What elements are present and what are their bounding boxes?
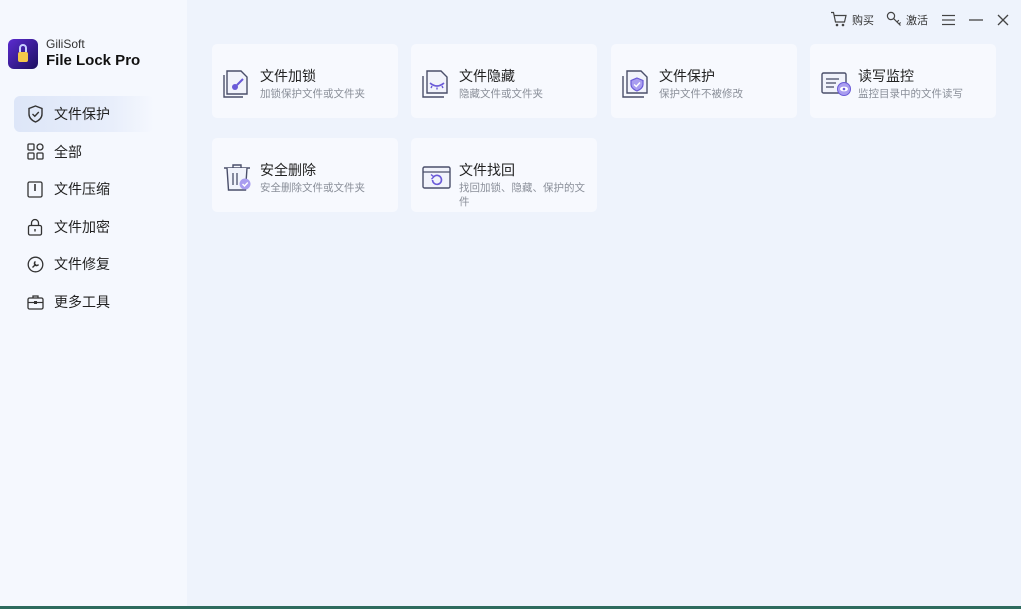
sidebar-item-label: 文件压缩 bbox=[54, 182, 110, 198]
card-file-lock[interactable]: 文件加锁 加锁保护文件或文件夹 bbox=[212, 44, 398, 118]
key-icon bbox=[886, 11, 906, 30]
file-protect-icon bbox=[620, 66, 654, 100]
grid-icon bbox=[26, 143, 44, 161]
file-lock-icon bbox=[221, 66, 255, 100]
brand-name: GiliSoft bbox=[46, 37, 85, 51]
sidebar-item-label: 文件修复 bbox=[54, 257, 110, 273]
sidebar-item-label: 文件加密 bbox=[54, 219, 110, 236]
card-title: 文件隐藏 bbox=[459, 69, 515, 85]
app-logo: GiliSoft File Lock Pro bbox=[8, 37, 141, 69]
card-file-recover[interactable]: 文件找回 找回加锁、隐藏、保护的文件 bbox=[411, 138, 597, 212]
shield-icon bbox=[26, 105, 44, 123]
menu-button[interactable] bbox=[942, 11, 955, 30]
activate-button[interactable]: 激活 bbox=[886, 11, 928, 30]
card-desc: 加锁保护文件或文件夹 bbox=[260, 88, 365, 100]
card-desc: 安全删除文件或文件夹 bbox=[260, 182, 365, 194]
menu-icon bbox=[942, 11, 955, 30]
minimize-button[interactable] bbox=[969, 11, 983, 30]
card-title: 文件保护 bbox=[659, 69, 715, 85]
card-file-hide[interactable]: 文件隐藏 隐藏文件或文件夹 bbox=[411, 44, 597, 118]
close-button[interactable] bbox=[997, 11, 1009, 30]
monitor-icon bbox=[819, 66, 853, 100]
card-title: 读写监控 bbox=[858, 69, 914, 85]
file-hide-icon bbox=[420, 66, 454, 100]
sidebar-item-repair[interactable]: 文件修复 bbox=[14, 246, 154, 282]
sidebar-item-all[interactable]: 全部 bbox=[14, 134, 154, 170]
recover-icon bbox=[420, 160, 454, 194]
lock-icon bbox=[26, 218, 44, 236]
card-desc: 找回加锁、隐藏、保护的文件 bbox=[459, 182, 585, 209]
sidebar-item-compress[interactable]: 文件压缩 bbox=[14, 171, 154, 207]
product-name: File Lock Pro bbox=[46, 51, 141, 69]
toolbox-icon bbox=[26, 293, 44, 311]
card-title: 安全删除 bbox=[260, 163, 316, 179]
sidebar-item-label: 全部 bbox=[54, 144, 82, 161]
card-rw-monitor[interactable]: 读写监控 监控目录中的文件读写 bbox=[810, 44, 996, 118]
cart-icon bbox=[830, 11, 852, 30]
sidebar-item-file-protect[interactable]: 文件保护 bbox=[14, 96, 154, 132]
sidebar-nav: 文件保护 全部 文件压缩 文件加密 文件修复 更多工具 bbox=[14, 96, 154, 321]
card-secure-delete[interactable]: 安全删除 安全删除文件或文件夹 bbox=[212, 138, 398, 212]
card-desc: 隐藏文件或文件夹 bbox=[459, 88, 543, 100]
buy-label: 购买 bbox=[852, 14, 874, 27]
card-file-protect[interactable]: 文件保护 保护文件不被修改 bbox=[611, 44, 797, 118]
close-icon bbox=[997, 11, 1009, 30]
card-desc: 监控目录中的文件读写 bbox=[858, 88, 963, 100]
sidebar-item-encrypt[interactable]: 文件加密 bbox=[14, 209, 154, 245]
card-title: 文件加锁 bbox=[260, 69, 316, 85]
sidebar: GiliSoft File Lock Pro 文件保护 全部 文件压缩 文件加密… bbox=[0, 0, 187, 606]
card-title: 文件找回 bbox=[459, 163, 515, 179]
buy-button[interactable]: 购买 bbox=[830, 11, 874, 30]
sidebar-item-label: 更多工具 bbox=[54, 294, 110, 311]
sidebar-item-label: 文件保护 bbox=[54, 107, 110, 123]
app-window: GiliSoft File Lock Pro 文件保护 全部 文件压缩 文件加密… bbox=[0, 0, 1021, 609]
compress-icon bbox=[26, 180, 44, 198]
logo-icon bbox=[8, 38, 38, 69]
card-desc: 保护文件不被修改 bbox=[659, 88, 743, 100]
minimize-icon bbox=[969, 11, 983, 30]
sidebar-item-more-tools[interactable]: 更多工具 bbox=[14, 284, 154, 320]
trash-icon bbox=[221, 160, 255, 194]
title-bar: 购买 激活 bbox=[818, 10, 1009, 30]
repair-icon bbox=[26, 255, 44, 273]
activate-label: 激活 bbox=[906, 14, 928, 27]
